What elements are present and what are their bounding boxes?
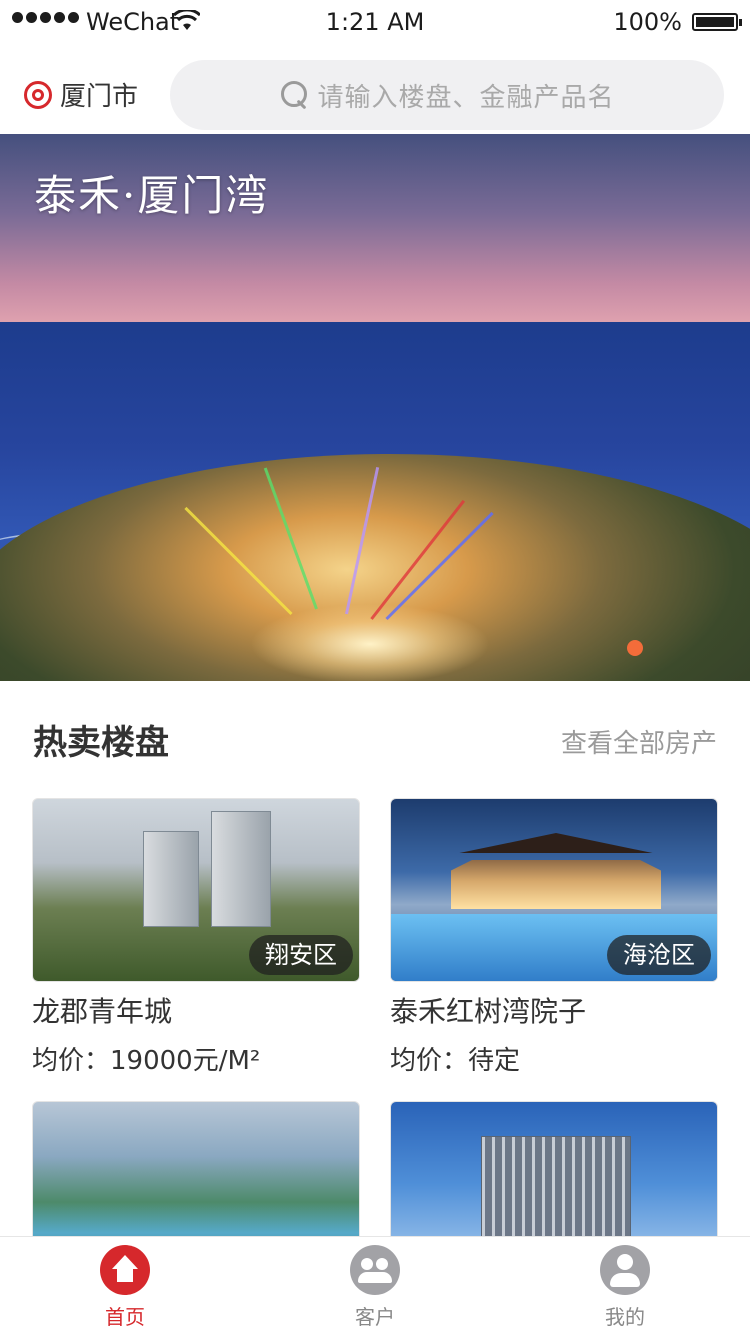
status-bar: WeChat 1:21 AM 100%: [0, 0, 750, 44]
listing-image: 海沧区: [390, 798, 718, 982]
tab-home[interactable]: 首页: [0, 1237, 250, 1334]
battery-percent: 100%: [613, 8, 682, 36]
tab-label: 客户: [355, 1305, 395, 1329]
listing-price: 均价：19000元/M²: [32, 1046, 261, 1076]
section-title: 热卖楼盘: [33, 723, 169, 763]
carousel-indicator[interactable]: [627, 640, 643, 656]
listing-card[interactable]: 海沧区 泰禾红树湾院子 均价：待定: [390, 798, 718, 1077]
listing-name: 龙郡青年城: [32, 995, 173, 1028]
header: 厦门市 请输入楼盘、金融产品名: [0, 44, 750, 134]
promo-banner[interactable]: 泰禾·厦门湾: [0, 134, 750, 681]
district-badge: 海沧区: [607, 935, 711, 975]
listing-image: 翔安区: [32, 798, 360, 982]
city-selector[interactable]: 厦门市: [24, 76, 138, 113]
tab-label: 首页: [105, 1305, 145, 1329]
user-icon: [600, 1245, 650, 1295]
district-badge: 翔安区: [249, 935, 353, 975]
location-icon: [24, 80, 52, 109]
view-all-link[interactable]: 查看全部房产: [561, 723, 717, 760]
search-input[interactable]: 请输入楼盘、金融产品名: [170, 60, 724, 130]
search-placeholder: 请输入楼盘、金融产品名: [317, 82, 615, 113]
listing-card[interactable]: 翔安区 龙郡青年城 均价：19000元/M²: [32, 798, 360, 1077]
tab-label: 我的: [605, 1305, 645, 1329]
city-name: 厦门市: [60, 82, 139, 112]
listing-name: 泰禾红树湾院子: [390, 995, 587, 1028]
tab-me[interactable]: 我的: [500, 1237, 750, 1334]
home-icon: [100, 1245, 150, 1295]
battery-icon: [692, 13, 742, 31]
hot-listings-header: 热卖楼盘 查看全部房产: [0, 681, 750, 791]
tab-clients[interactable]: 客户: [250, 1237, 500, 1334]
clients-icon: [350, 1245, 400, 1295]
search-icon: [279, 79, 311, 111]
listing-price: 均价：待定: [390, 1046, 521, 1076]
banner-title: 泰禾·厦门湾: [34, 171, 270, 220]
bottom-tab-bar: 首页 客户 我的: [0, 1236, 750, 1334]
banner-city-lights: [250, 604, 490, 681]
